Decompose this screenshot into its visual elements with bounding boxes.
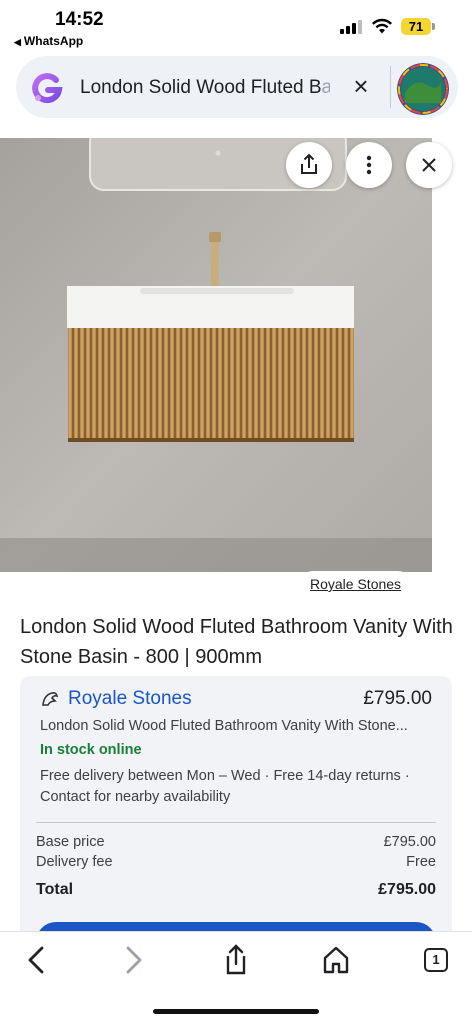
share-image-button[interactable] [286, 142, 332, 188]
home-icon[interactable] [316, 942, 356, 978]
vanity-photo [0, 138, 432, 572]
status-bar: 14:52 ◀ WhatsApp 71 [0, 0, 472, 52]
merchant-row[interactable]: Royale Stones £795.00 [40, 688, 432, 712]
base-price-label: Base price [36, 834, 105, 850]
clear-search-icon[interactable]: × [349, 73, 373, 99]
tabs-icon: 1 [424, 948, 448, 972]
close-icon [422, 158, 436, 172]
search-query-text: London Solid Wood Fluted B [80, 77, 322, 98]
share-icon [301, 153, 317, 174]
battery-tip [432, 23, 435, 30]
total-row: Total £795.00 [36, 881, 436, 899]
offer-price: £795.00 [363, 688, 432, 709]
product-title: London Solid Wood Fluted Bathroom Vanity… [20, 616, 453, 668]
merchant-logo-icon [42, 692, 59, 706]
stock-status: In stock online [40, 742, 142, 758]
base-price-value: £795.00 [383, 834, 436, 850]
delivery-info: Free delivery between Mon – Wed · Free 1… [40, 768, 410, 805]
back-to-app-link[interactable]: ◀ WhatsApp [14, 34, 83, 48]
forward-icon[interactable] [114, 942, 154, 978]
offer-description: London Solid Wood Fluted Bathroom Vanity… [40, 718, 408, 734]
account-avatar[interactable] [397, 63, 449, 115]
total-value: £795.00 [378, 881, 436, 898]
offer-card[interactable] [20, 676, 452, 946]
signal-icon [340, 20, 362, 34]
tabs-button[interactable]: 1 [416, 942, 456, 978]
search-divider [390, 66, 391, 108]
wifi-icon [372, 18, 392, 34]
battery-indicator: 71 [401, 18, 431, 35]
google-lens-icon[interactable] [30, 72, 64, 106]
delivery-fee-value: Free [406, 854, 436, 870]
search-query[interactable]: London Solid Wood Fluted Ba... [80, 77, 330, 99]
close-image-button[interactable] [406, 142, 452, 188]
base-price-row: Base price £795.00 [36, 834, 436, 850]
card-divider [36, 822, 436, 823]
share-page-icon[interactable] [216, 942, 256, 978]
more-options-button[interactable] [346, 142, 392, 188]
back-app-label: WhatsApp [23, 34, 84, 48]
delivery-fee-row: Delivery fee Free [36, 854, 436, 870]
home-indicator[interactable] [153, 1009, 319, 1014]
product-image[interactable] [0, 138, 432, 572]
total-label: Total [36, 881, 74, 898]
more-icon [366, 155, 372, 175]
search-query-faded: a... [321, 77, 330, 98]
back-icon[interactable] [16, 942, 56, 978]
image-source-link[interactable]: Royale Stones [300, 571, 412, 597]
back-triangle-icon: ◀ [14, 37, 21, 47]
delivery-fee-label: Delivery fee [36, 854, 113, 870]
merchant-name-link[interactable]: Royale Stones [68, 688, 192, 710]
status-time: 14:52 [55, 9, 104, 30]
tab-count: 1 [432, 952, 440, 967]
